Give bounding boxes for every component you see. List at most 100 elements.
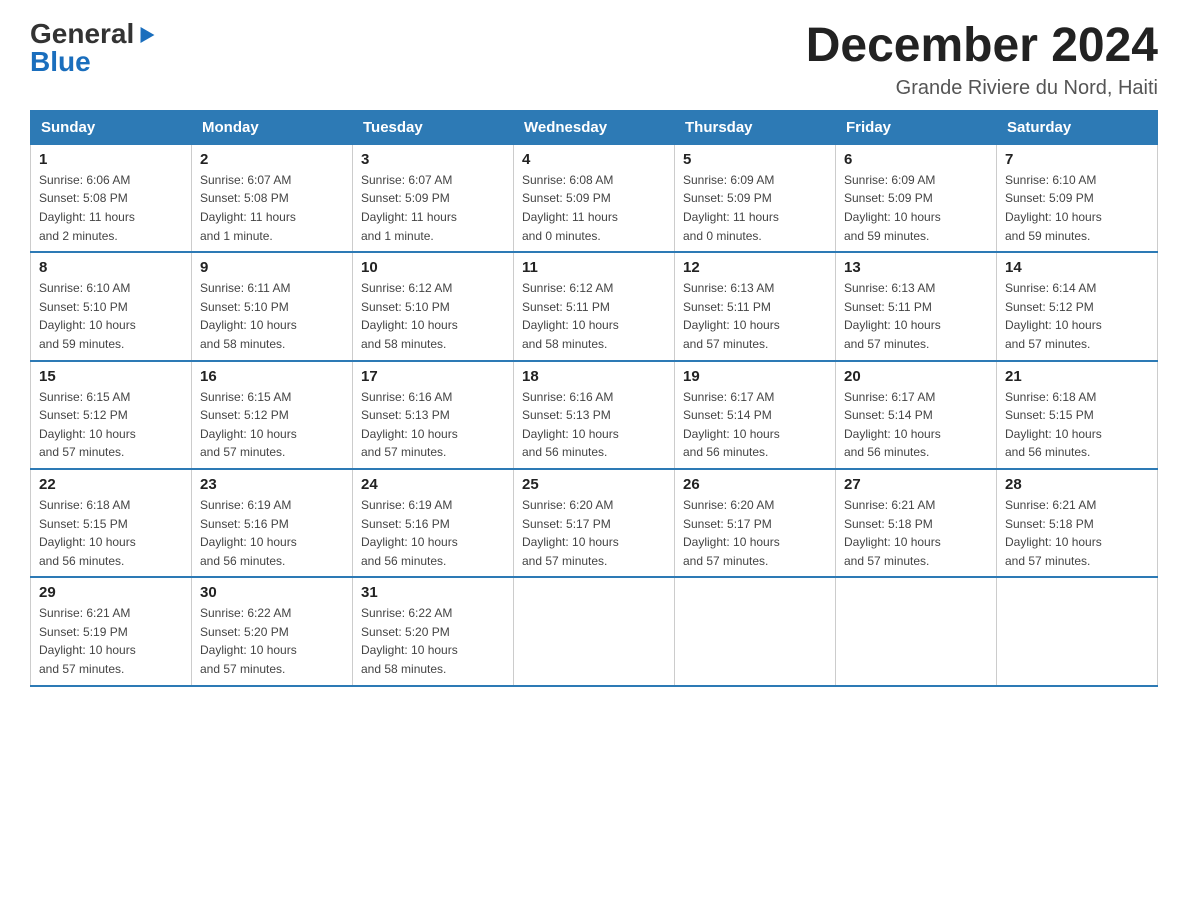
calendar-week-row: 8 Sunrise: 6:10 AM Sunset: 5:10 PM Daylig… (31, 252, 1158, 360)
table-row: 24 Sunrise: 6:19 AM Sunset: 5:16 PM Dayli… (353, 469, 514, 577)
day-number: 13 (844, 259, 988, 276)
table-row: 10 Sunrise: 6:12 AM Sunset: 5:10 PM Dayli… (353, 252, 514, 360)
day-number: 8 (39, 259, 183, 276)
day-info: Sunrise: 6:09 AM Sunset: 5:09 PM Dayligh… (683, 171, 827, 245)
col-sunday: Sunday (31, 110, 192, 144)
day-info: Sunrise: 6:13 AM Sunset: 5:11 PM Dayligh… (844, 279, 988, 353)
col-saturday: Saturday (997, 110, 1158, 144)
day-number: 10 (361, 259, 505, 276)
day-number: 29 (39, 584, 183, 601)
table-row (997, 577, 1158, 685)
table-row (675, 577, 836, 685)
table-row: 14 Sunrise: 6:14 AM Sunset: 5:12 PM Dayli… (997, 252, 1158, 360)
table-row: 31 Sunrise: 6:22 AM Sunset: 5:20 PM Dayli… (353, 577, 514, 685)
day-info: Sunrise: 6:14 AM Sunset: 5:12 PM Dayligh… (1005, 279, 1149, 353)
day-number: 31 (361, 584, 505, 601)
day-number: 14 (1005, 259, 1149, 276)
day-number: 11 (522, 259, 666, 276)
day-info: Sunrise: 6:12 AM Sunset: 5:11 PM Dayligh… (522, 279, 666, 353)
calendar-body: 1 Sunrise: 6:06 AM Sunset: 5:08 PM Daylig… (31, 144, 1158, 685)
table-row: 9 Sunrise: 6:11 AM Sunset: 5:10 PM Daylig… (192, 252, 353, 360)
day-info: Sunrise: 6:21 AM Sunset: 5:19 PM Dayligh… (39, 604, 183, 678)
day-number: 19 (683, 368, 827, 385)
day-info: Sunrise: 6:22 AM Sunset: 5:20 PM Dayligh… (361, 604, 505, 678)
table-row: 16 Sunrise: 6:15 AM Sunset: 5:12 PM Dayli… (192, 361, 353, 469)
day-info: Sunrise: 6:10 AM Sunset: 5:09 PM Dayligh… (1005, 171, 1149, 245)
table-row: 4 Sunrise: 6:08 AM Sunset: 5:09 PM Daylig… (514, 144, 675, 252)
table-row: 6Sunrise: 6:09 AM Sunset: 5:09 PM Daylig… (836, 144, 997, 252)
day-info: Sunrise: 6:15 AM Sunset: 5:12 PM Dayligh… (39, 388, 183, 462)
logo: General Blue (30, 20, 152, 76)
logo-blue-text: Blue (30, 48, 91, 76)
day-number: 7 (1005, 151, 1149, 168)
table-row: 3 Sunrise: 6:07 AM Sunset: 5:09 PM Daylig… (353, 144, 514, 252)
day-number: 1 (39, 151, 183, 168)
table-row: 23 Sunrise: 6:19 AM Sunset: 5:16 PM Dayli… (192, 469, 353, 577)
calendar-week-row: 22Sunrise: 6:18 AM Sunset: 5:15 PM Dayli… (31, 469, 1158, 577)
logo-top-line: General (30, 20, 152, 48)
day-info: Sunrise: 6:08 AM Sunset: 5:09 PM Dayligh… (522, 171, 666, 245)
table-row: 5Sunrise: 6:09 AM Sunset: 5:09 PM Daylig… (675, 144, 836, 252)
day-number: 18 (522, 368, 666, 385)
day-number: 23 (200, 476, 344, 493)
location-text: Grande Riviere du Nord, Haiti (806, 77, 1158, 100)
title-block: December 2024 Grande Riviere du Nord, Ha… (806, 20, 1158, 100)
day-number: 28 (1005, 476, 1149, 493)
table-row: 19 Sunrise: 6:17 AM Sunset: 5:14 PM Dayli… (675, 361, 836, 469)
table-row: 1 Sunrise: 6:06 AM Sunset: 5:08 PM Daylig… (31, 144, 192, 252)
day-info: Sunrise: 6:15 AM Sunset: 5:12 PM Dayligh… (200, 388, 344, 462)
table-row: 13 Sunrise: 6:13 AM Sunset: 5:11 PM Dayli… (836, 252, 997, 360)
table-row: 25 Sunrise: 6:20 AM Sunset: 5:17 PM Dayli… (514, 469, 675, 577)
table-row (514, 577, 675, 685)
day-info: Sunrise: 6:12 AM Sunset: 5:10 PM Dayligh… (361, 279, 505, 353)
day-info: Sunrise: 6:17 AM Sunset: 5:14 PM Dayligh… (683, 388, 827, 462)
day-info: Sunrise: 6:20 AM Sunset: 5:17 PM Dayligh… (522, 496, 666, 570)
day-number: 20 (844, 368, 988, 385)
day-info: Sunrise: 6:07 AM Sunset: 5:08 PM Dayligh… (200, 171, 344, 245)
table-row: 7 Sunrise: 6:10 AM Sunset: 5:09 PM Daylig… (997, 144, 1158, 252)
day-info: Sunrise: 6:19 AM Sunset: 5:16 PM Dayligh… (361, 496, 505, 570)
day-number: 15 (39, 368, 183, 385)
table-row: 21 Sunrise: 6:18 AM Sunset: 5:15 PM Dayli… (997, 361, 1158, 469)
day-number: 24 (361, 476, 505, 493)
col-monday: Monday (192, 110, 353, 144)
table-row: 15 Sunrise: 6:15 AM Sunset: 5:12 PM Dayli… (31, 361, 192, 469)
table-row: 28 Sunrise: 6:21 AM Sunset: 5:18 PM Dayli… (997, 469, 1158, 577)
day-info: Sunrise: 6:16 AM Sunset: 5:13 PM Dayligh… (522, 388, 666, 462)
day-number: 25 (522, 476, 666, 493)
table-row: 29 Sunrise: 6:21 AM Sunset: 5:19 PM Dayli… (31, 577, 192, 685)
logo-triangle-icon (134, 27, 155, 47)
day-number: 30 (200, 584, 344, 601)
day-info: Sunrise: 6:13 AM Sunset: 5:11 PM Dayligh… (683, 279, 827, 353)
day-info: Sunrise: 6:16 AM Sunset: 5:13 PM Dayligh… (361, 388, 505, 462)
day-info: Sunrise: 6:22 AM Sunset: 5:20 PM Dayligh… (200, 604, 344, 678)
calendar-week-row: 1 Sunrise: 6:06 AM Sunset: 5:08 PM Daylig… (31, 144, 1158, 252)
day-number: 3 (361, 151, 505, 168)
col-friday: Friday (836, 110, 997, 144)
day-number: 27 (844, 476, 988, 493)
logo-general-text: General (30, 18, 134, 49)
day-number: 9 (200, 259, 344, 276)
day-info: Sunrise: 6:07 AM Sunset: 5:09 PM Dayligh… (361, 171, 505, 245)
day-info: Sunrise: 6:18 AM Sunset: 5:15 PM Dayligh… (1005, 388, 1149, 462)
table-row: 12Sunrise: 6:13 AM Sunset: 5:11 PM Dayli… (675, 252, 836, 360)
table-row (836, 577, 997, 685)
day-info: Sunrise: 6:21 AM Sunset: 5:18 PM Dayligh… (844, 496, 988, 570)
table-row: 18 Sunrise: 6:16 AM Sunset: 5:13 PM Dayli… (514, 361, 675, 469)
day-info: Sunrise: 6:21 AM Sunset: 5:18 PM Dayligh… (1005, 496, 1149, 570)
day-info: Sunrise: 6:20 AM Sunset: 5:17 PM Dayligh… (683, 496, 827, 570)
day-number: 26 (683, 476, 827, 493)
calendar-week-row: 29 Sunrise: 6:21 AM Sunset: 5:19 PM Dayli… (31, 577, 1158, 685)
table-row: 2 Sunrise: 6:07 AM Sunset: 5:08 PM Daylig… (192, 144, 353, 252)
day-info: Sunrise: 6:06 AM Sunset: 5:08 PM Dayligh… (39, 171, 183, 245)
day-number: 6 (844, 151, 988, 168)
calendar-header: Sunday Monday Tuesday Wednesday Thursday… (31, 110, 1158, 144)
day-info: Sunrise: 6:10 AM Sunset: 5:10 PM Dayligh… (39, 279, 183, 353)
day-info: Sunrise: 6:11 AM Sunset: 5:10 PM Dayligh… (200, 279, 344, 353)
day-number: 2 (200, 151, 344, 168)
day-info: Sunrise: 6:19 AM Sunset: 5:16 PM Dayligh… (200, 496, 344, 570)
day-number: 4 (522, 151, 666, 168)
day-number: 21 (1005, 368, 1149, 385)
day-number: 16 (200, 368, 344, 385)
month-title: December 2024 (806, 20, 1158, 73)
